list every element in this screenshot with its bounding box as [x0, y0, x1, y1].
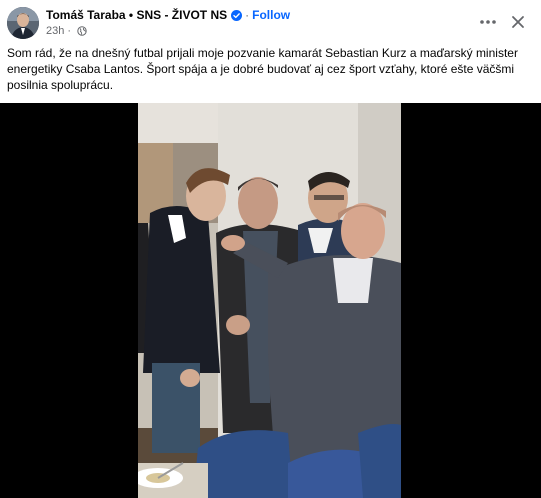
globe-icon[interactable] — [77, 26, 87, 36]
verified-badge-icon — [231, 9, 243, 21]
photo-image — [138, 103, 401, 498]
post-body-text: Som rád, že na dnešný futbal prijali moj… — [7, 46, 518, 92]
post-timestamp[interactable]: 23h — [46, 25, 64, 37]
avatar-image — [7, 7, 39, 39]
facebook-post: Tomáš Taraba • SNS - ŽIVOT NS · Follow 2… — [0, 0, 541, 498]
post-photo[interactable] — [138, 103, 401, 498]
close-button[interactable] — [506, 10, 530, 34]
more-options-icon — [480, 20, 496, 24]
author-name[interactable]: Tomáš Taraba • SNS - ŽIVOT NS — [46, 8, 227, 22]
post-meta: 23h · — [46, 25, 87, 37]
close-icon — [512, 16, 524, 28]
author-avatar[interactable] — [7, 7, 39, 39]
post-media[interactable] — [0, 103, 541, 498]
meta-separator: · — [67, 25, 72, 37]
post-header: Tomáš Taraba • SNS - ŽIVOT NS · Follow 2… — [0, 0, 541, 44]
author-line: Tomáš Taraba • SNS - ŽIVOT NS · Follow — [46, 8, 290, 22]
separator-dot: · — [245, 8, 250, 22]
more-options-button[interactable] — [476, 12, 500, 32]
follow-button[interactable]: Follow — [252, 8, 290, 22]
